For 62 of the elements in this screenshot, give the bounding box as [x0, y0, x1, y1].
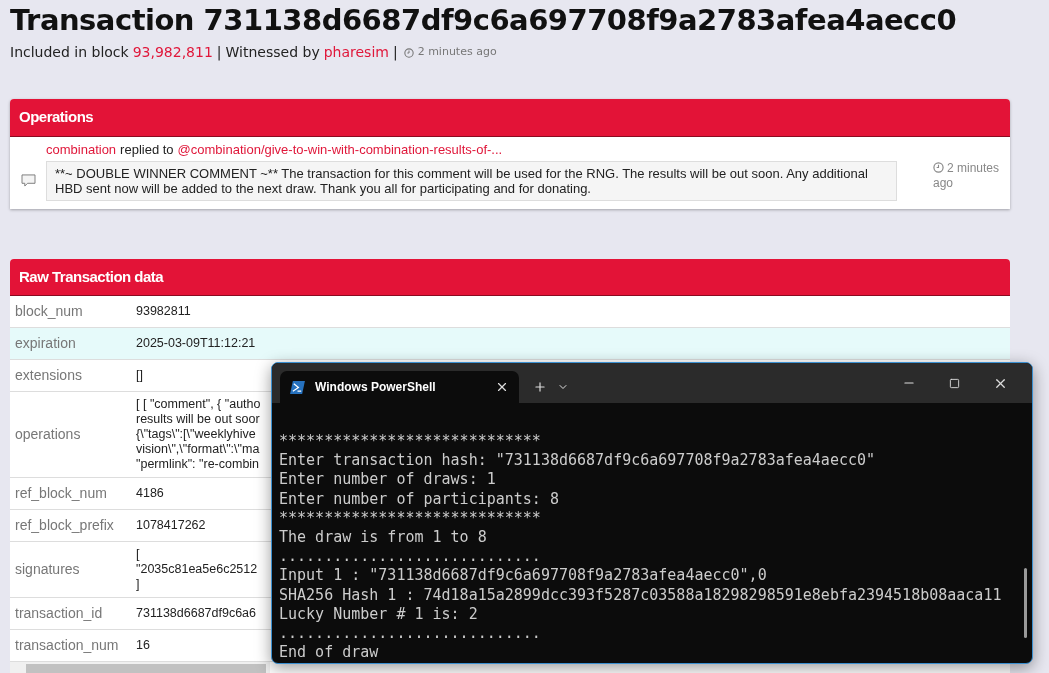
included-label: Included in block [10, 43, 129, 62]
clock-icon [403, 47, 414, 58]
table-cell: vision\",\"format\":\"ma [136, 442, 261, 457]
table-cell-text: expiration [14, 334, 77, 353]
table-cell-text: ref_block_prefix [14, 516, 115, 535]
terminal-line: Enter number of draws: 1 [279, 470, 497, 490]
table-cell: 731138d6687df9c6a6 [136, 606, 257, 621]
table-cell: [] [136, 368, 143, 383]
table-cell-text: transaction_id [14, 604, 104, 623]
terminal-line: SHA256 Hash 1 : 74d18a15a2899dcc393f5287c03588a18298298591e8ebfa2394518b08aaca11 [279, 585, 1002, 605]
powershell-icon [290, 380, 305, 394]
terminal-line: Lucky Number # 1 is: 2 [279, 604, 479, 625]
terminal-line: ***************************** [279, 508, 542, 528]
table-cell-text: operations [14, 425, 82, 444]
table-cell: "permlink": "re-combin [136, 457, 261, 472]
terminal-line: Enter transaction hash: "731138d6687df9c6a697708f9a2783afea4aecc0" [279, 451, 877, 471]
card-title: Raw Transaction data [19, 266, 164, 287]
table-cell-text: transaction_num [14, 636, 120, 655]
table-cell: 4186 [136, 486, 164, 501]
table-cell: 1078417262 [136, 518, 206, 533]
table-cell-text: block_num [14, 302, 84, 321]
tab-title: Windows PowerShell [315, 379, 437, 396]
table-cell: "2035c81ea5e6c2512 [136, 562, 258, 577]
time-ago: 2 minutes ago [933, 161, 1001, 191]
comment-body: **~ DOUBLE WINNER COMMENT ~** The transaction for this comment will be used for the RNG. The results will be out soon. Any additional HBD sent now will be added to the next draw. Thank you all for participating and for donating. [46, 161, 897, 201]
time-ago: 2 minutes ago [417, 44, 497, 61]
separator: | [216, 43, 222, 63]
table-cell-text: [ [136, 547, 141, 562]
page-title: Transaction 731138d6687df9c6a697708f9a2783afea4aecc0 [10, 2, 958, 38]
table-cell-text: signatures [14, 560, 81, 579]
maximize-icon[interactable] [949, 377, 960, 389]
terminal-line: ***************************** [279, 432, 542, 452]
table-cell-text: ] [136, 577, 141, 592]
terminal-line: ............................. [279, 624, 542, 644]
table-cell: results will be out soor [136, 412, 261, 427]
terminal-tab[interactable]: Windows PowerShell [280, 371, 519, 403]
witness-link[interactable]: pharesim [323, 42, 389, 63]
vertical-scrollbar[interactable] [1024, 568, 1027, 638]
table-cell: 2025-03-09T11:12:21 [136, 336, 256, 351]
action-text: replied to [120, 141, 174, 159]
new-tab-icon[interactable] [533, 380, 547, 394]
table-cell-text: extensions [14, 366, 83, 385]
table-cell: 93982811 [136, 304, 191, 319]
table-cell: 16 [136, 638, 150, 653]
terminal-line: ............................. [279, 547, 542, 567]
post-link[interactable]: @combination/give-to-win-with-combination-results-of-... [177, 141, 503, 159]
terminal-line: The draw is from 1 to 8 [279, 528, 488, 548]
comment-icon [20, 173, 36, 187]
terminal-line: Enter number of participants: 8 [279, 489, 560, 509]
table-cell-text: ref_block_num [14, 484, 108, 503]
separator: | [392, 43, 398, 63]
witnessed-label: Witnessed by [225, 43, 320, 62]
terminal-line: Input 1 : "731138d6687df9c6a697708f9a2783afea4aecc0",0 [279, 566, 768, 586]
table-cell-text: {\"tags\":[\"weeklyhive [136, 427, 257, 442]
clock-icon [933, 162, 944, 173]
block-link[interactable]: 93,982,811 [132, 42, 213, 63]
table-cell: [ [ "comment", { "autho [136, 397, 261, 412]
close-tab-icon[interactable] [495, 380, 509, 394]
card-title: Operations [19, 107, 94, 128]
horizontal-scrollbar[interactable] [10, 662, 270, 673]
terminal-line: End of draw [279, 643, 380, 663]
author-link[interactable]: combination [46, 141, 117, 159]
